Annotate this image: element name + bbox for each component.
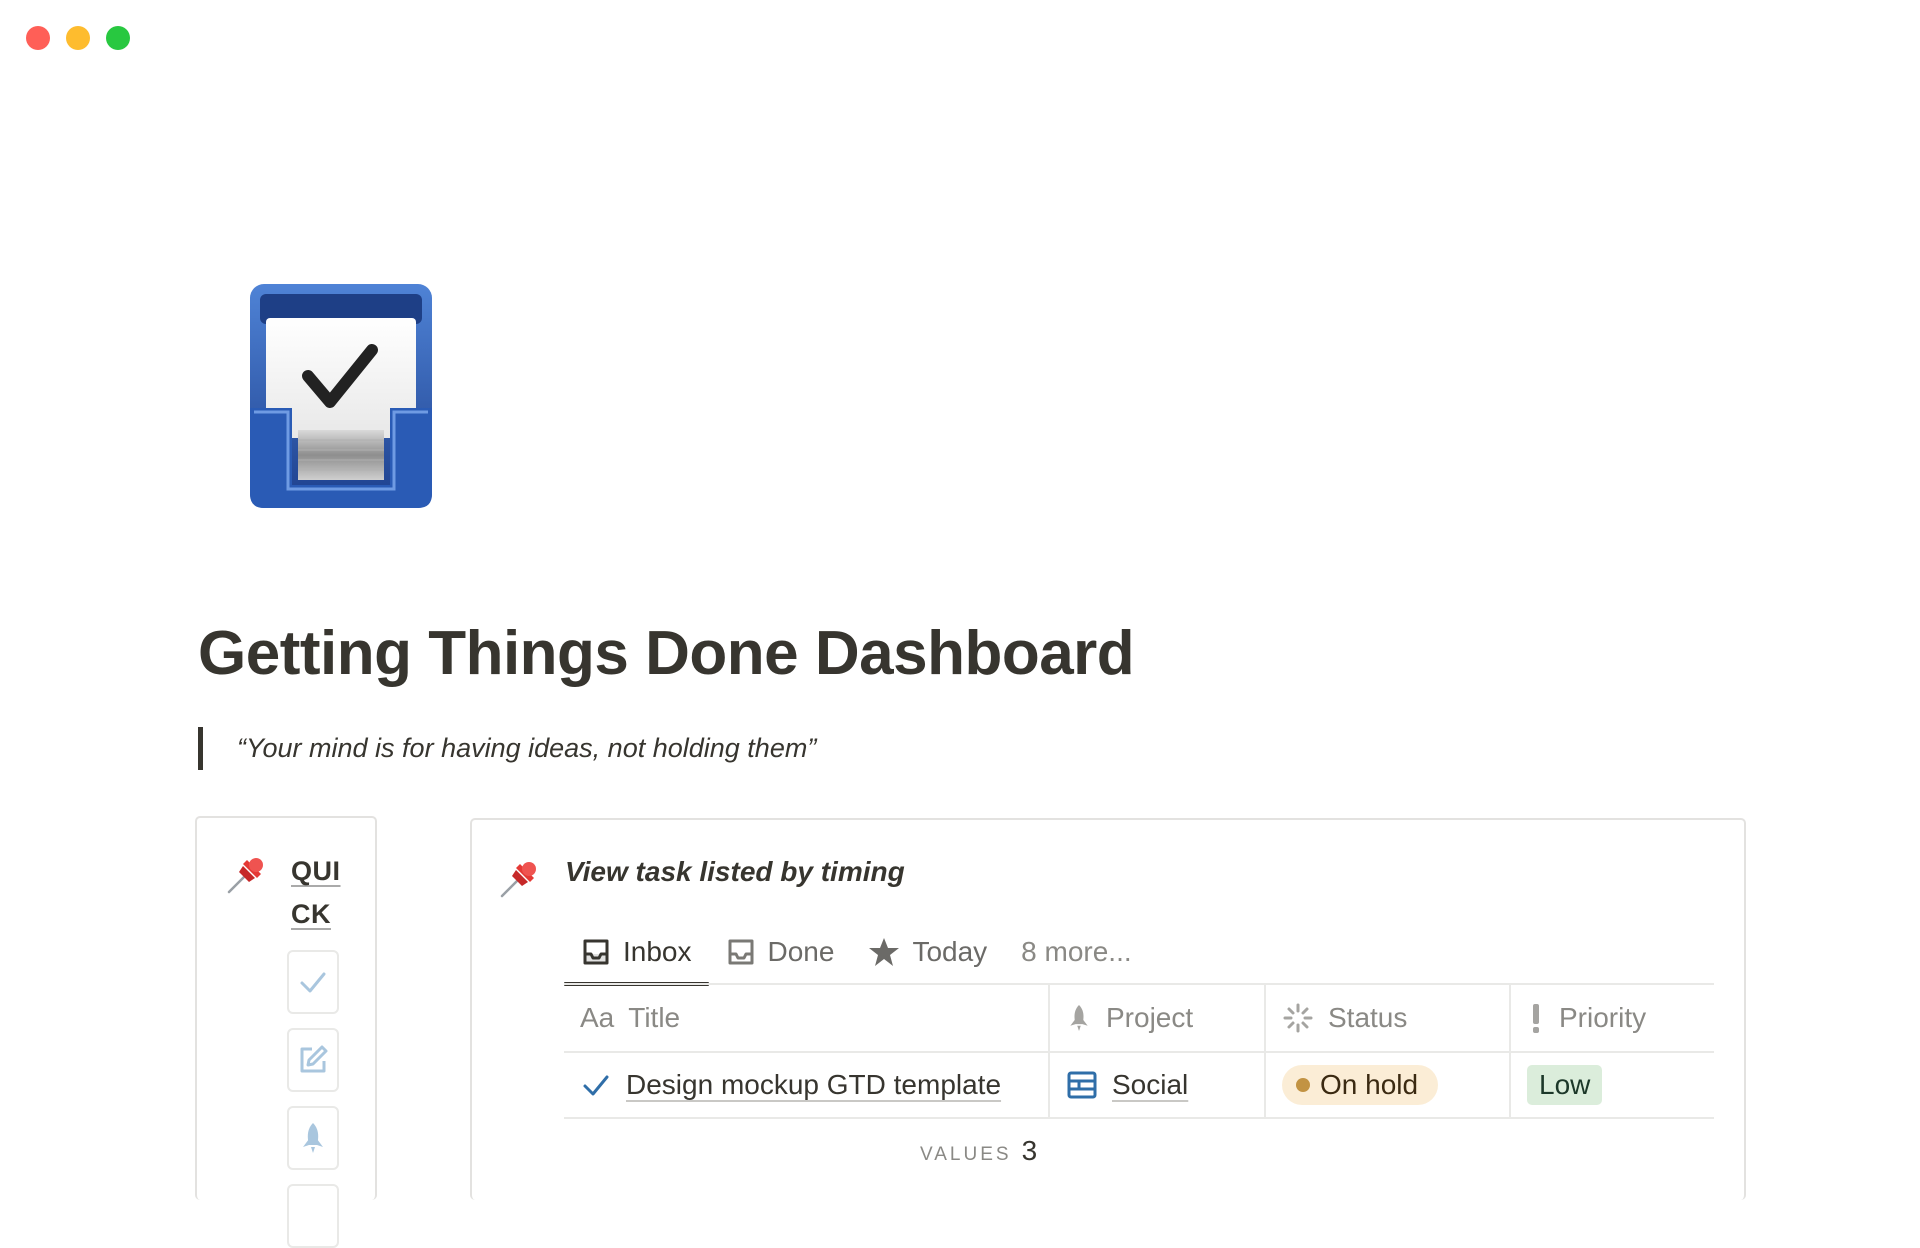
maximize-window-button[interactable] [106, 26, 130, 50]
table-header-row: Aa Title Project Status Priority [564, 983, 1714, 1051]
check-icon [583, 1075, 609, 1096]
column-priority-label: Priority [1559, 1002, 1647, 1033]
tab-today-label: Today [912, 936, 988, 967]
quick-check-button[interactable] [287, 950, 339, 1014]
status-dot [1296, 1078, 1310, 1092]
values-footer[interactable]: VALUES 3 [920, 1135, 1037, 1167]
rocket-icon [303, 1123, 323, 1153]
quick-edit-button[interactable] [287, 1028, 339, 1092]
task-priority-cell[interactable]: Low [1511, 1053, 1714, 1117]
page-quote: “Your mind is for having ideas, not hold… [198, 727, 816, 770]
page-title: Getting Things Done Dashboard [198, 619, 1135, 688]
task-title-link[interactable]: Design mockup GTD template [626, 1069, 1001, 1101]
task-project-cell[interactable]: Social [1050, 1053, 1266, 1117]
star-icon [869, 938, 900, 966]
table-row[interactable]: Design mockup GTD template Social On hol… [564, 1051, 1714, 1119]
column-header-title[interactable]: Aa Title [564, 985, 1050, 1051]
column-status-label: Status [1328, 1002, 1408, 1033]
tray-icon [728, 939, 753, 965]
window-controls [26, 26, 130, 50]
tab-done-label: Done [767, 936, 835, 967]
column-header-priority[interactable]: Priority [1511, 985, 1714, 1051]
column-header-status[interactable]: Status [1266, 985, 1511, 1051]
minimize-window-button[interactable] [66, 26, 90, 50]
loading-icon [1283, 1003, 1313, 1033]
exclamation-icon [1533, 1004, 1539, 1033]
quick-rocket-button[interactable] [287, 1106, 339, 1170]
pushpin-icon [500, 862, 536, 898]
check-icon [300, 972, 326, 993]
tab-today[interactable]: Today [851, 920, 1004, 984]
tab-inbox[interactable]: Inbox [564, 920, 709, 986]
rocket-icon [1070, 1005, 1088, 1031]
task-status-cell[interactable]: On hold [1266, 1053, 1511, 1117]
tab-inbox-label: Inbox [623, 936, 692, 967]
values-count: 3 [1021, 1135, 1038, 1166]
layout-icon [1067, 1071, 1097, 1099]
inbox-tray-page-icon[interactable] [246, 280, 436, 515]
column-header-project[interactable]: Project [1050, 985, 1266, 1051]
values-label: VALUES [920, 1144, 1012, 1165]
column-project-label: Project [1106, 1002, 1194, 1033]
column-title-label: Title [628, 1002, 681, 1033]
text-property-icon: Aa [580, 1002, 615, 1033]
quick-actions-card: QUICK [195, 816, 377, 1248]
task-view-title: View task listed by timing [565, 856, 905, 887]
status-badge: On hold [1282, 1065, 1439, 1105]
priority-badge: Low [1527, 1065, 1603, 1105]
close-window-button[interactable] [26, 26, 50, 50]
quick-extra-button[interactable] [287, 1184, 339, 1248]
pushpin-icon [227, 858, 263, 894]
task-view-card: View task listed by timing Inbox Done To… [470, 818, 1746, 1200]
more-views-button[interactable]: 8 more... [1004, 920, 1148, 984]
tab-done[interactable]: Done [709, 920, 852, 984]
quick-label[interactable]: QUICK [291, 850, 351, 936]
edit-icon [300, 1045, 328, 1073]
task-project-link[interactable]: Social [1112, 1069, 1188, 1101]
inbox-icon [583, 939, 609, 965]
task-title-cell[interactable]: Design mockup GTD template [564, 1053, 1050, 1117]
view-tabs: Inbox Done Today 8 more... [564, 920, 1149, 986]
status-label: On hold [1320, 1069, 1419, 1100]
task-table: Aa Title Project Status Priority Design … [564, 983, 1714, 1119]
